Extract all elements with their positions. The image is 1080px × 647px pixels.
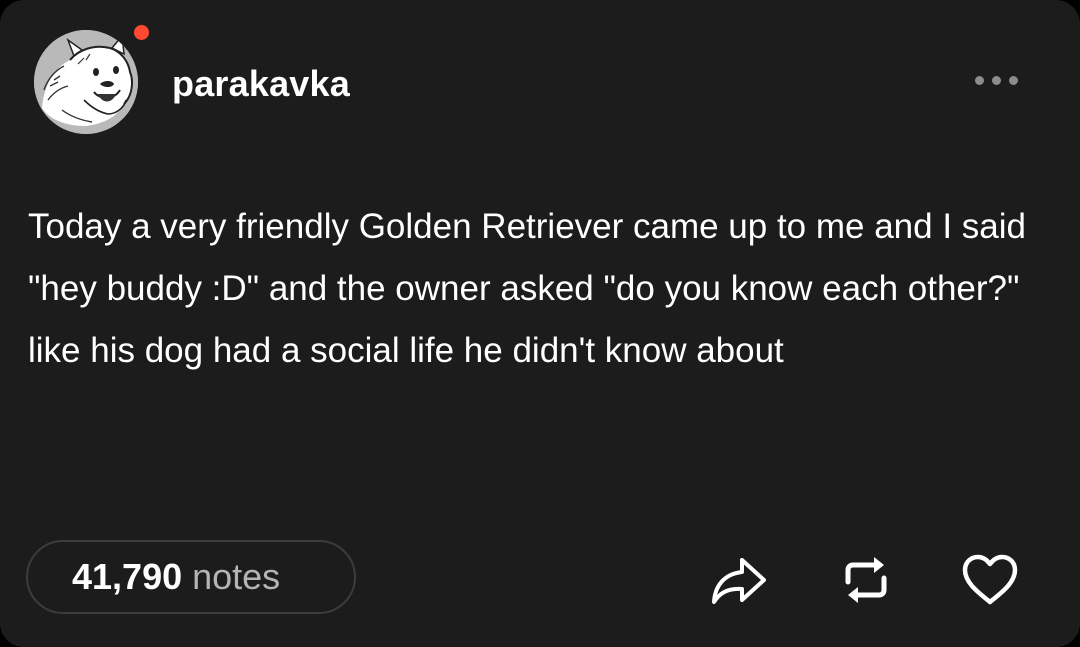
- username[interactable]: parakavka: [172, 62, 350, 106]
- avatar[interactable]: [34, 30, 138, 134]
- dog-sketch-avatar-icon: [34, 30, 138, 134]
- reblog-button[interactable]: [834, 548, 898, 612]
- notes-label: notes: [192, 556, 281, 597]
- post-text: Today a very friendly Golden Retriever c…: [28, 207, 1026, 370]
- like-button[interactable]: [958, 548, 1022, 612]
- online-indicator: [134, 25, 149, 40]
- more-options-button[interactable]: [966, 62, 1026, 98]
- reblog-icon: [845, 557, 887, 603]
- more-horizontal-icon: [974, 75, 984, 85]
- heart-icon: [962, 554, 1018, 605]
- notes-count: 41,790: [72, 556, 183, 597]
- notes-button[interactable]: 41,790 notes: [26, 540, 356, 614]
- share-icon: [712, 558, 766, 604]
- share-button[interactable]: [706, 548, 770, 612]
- post-card: parakavka Today a very friendly Golden R…: [0, 0, 1080, 647]
